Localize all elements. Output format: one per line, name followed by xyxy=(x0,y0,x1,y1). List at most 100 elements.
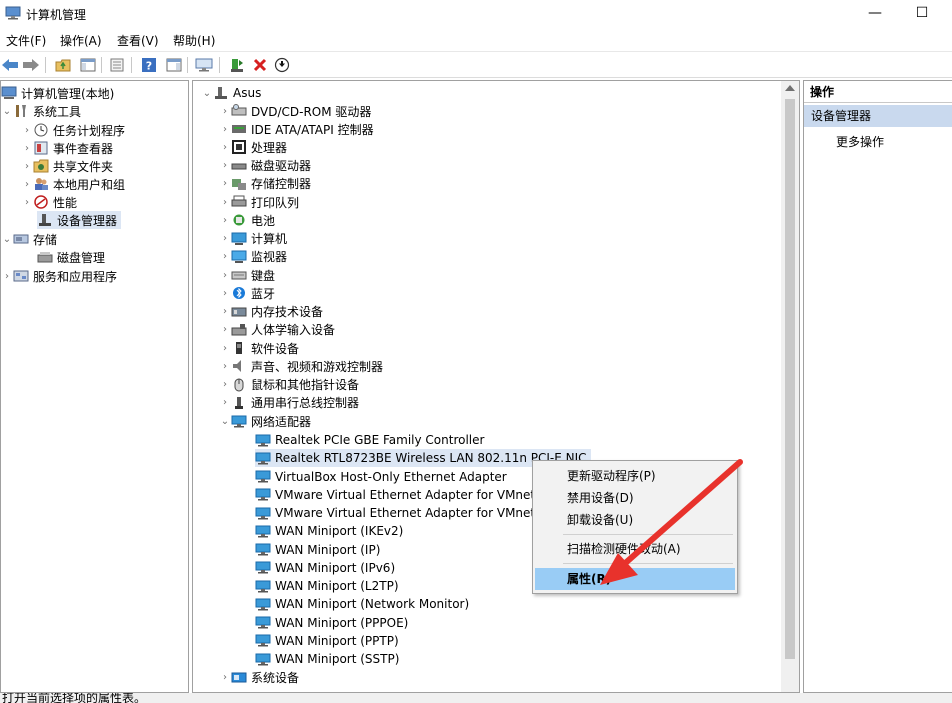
menu-view[interactable]: 查看(V) xyxy=(117,32,159,49)
monitor-icon[interactable] xyxy=(195,56,213,74)
chevron-right-icon[interactable]: › xyxy=(21,197,33,208)
update-driver-icon[interactable] xyxy=(228,56,246,74)
network-adapter-item[interactable]: WAN Miniport (PPTP) xyxy=(255,632,399,650)
device-category[interactable]: › 键盘 xyxy=(219,266,275,284)
menu-help[interactable]: 帮助(H) xyxy=(173,32,215,49)
device-category[interactable]: › IDE ATA/ATAPI 控制器 xyxy=(219,120,374,138)
tree-root[interactable]: 计算机管理(本地) xyxy=(1,84,114,102)
services-label: 服务和应用程序 xyxy=(33,269,118,284)
chevron-right-icon[interactable]: › xyxy=(219,106,231,117)
network-adapter-item[interactable]: VirtualBox Host-Only Ethernet Adapter xyxy=(255,468,507,486)
chevron-right-icon[interactable]: › xyxy=(219,288,231,299)
menu-uninstall-device[interactable]: 卸载设备(U) xyxy=(535,509,735,531)
properties-sheet-icon[interactable] xyxy=(108,56,126,74)
system-devices-category[interactable]: › 系统设备 xyxy=(219,668,299,686)
chevron-right-icon[interactable]: › xyxy=(219,361,231,372)
tree-device-manager[interactable]: 设备管理器 xyxy=(37,211,122,229)
tree-disk-management[interactable]: 磁盘管理 xyxy=(37,248,105,266)
download-circle-icon[interactable] xyxy=(273,56,291,74)
network-adapter-item[interactable]: WAN Miniport (IP) xyxy=(255,541,380,559)
device-category[interactable]: › 电池 xyxy=(219,211,275,229)
device-category[interactable]: › 处理器 xyxy=(219,138,287,156)
device-category[interactable]: › 鼠标和其他指针设备 xyxy=(219,376,359,394)
chevron-right-icon[interactable]: › xyxy=(219,233,231,244)
network-adapter-item[interactable]: WAN Miniport (SSTP) xyxy=(255,650,399,668)
network-adapter-item[interactable]: VMware Virtual Ethernet Adapter for VMne… xyxy=(255,486,543,504)
device-category[interactable]: › 内存技术设备 xyxy=(219,303,323,321)
menu-file[interactable]: 文件(F) xyxy=(6,32,46,49)
chevron-right-icon[interactable]: › xyxy=(219,215,231,226)
tree-event-viewer[interactable]: › 事件查看器 xyxy=(21,139,113,157)
device-category[interactable]: › DVD/CD-ROM 驱动器 xyxy=(219,102,371,120)
chevron-right-icon[interactable]: › xyxy=(21,179,33,190)
chevron-right-icon[interactable]: › xyxy=(219,160,231,171)
chevron-down-icon[interactable]: ⌄ xyxy=(1,106,13,117)
chevron-down-icon[interactable]: ⌄ xyxy=(219,416,231,427)
device-category[interactable]: › 蓝牙 xyxy=(219,284,275,302)
back-arrow-icon[interactable] xyxy=(1,56,19,74)
chevron-right-icon[interactable]: › xyxy=(21,161,33,172)
device-category[interactable]: › 监视器 xyxy=(219,248,287,266)
chevron-right-icon[interactable]: › xyxy=(219,124,231,135)
show-hide-tree-icon[interactable] xyxy=(79,56,97,74)
device-category[interactable]: › 打印队列 xyxy=(219,193,299,211)
menu-update-driver[interactable]: 更新驱动程序(P) xyxy=(535,465,735,487)
menu-disable-device[interactable]: 禁用设备(D) xyxy=(535,487,735,509)
menu-action[interactable]: 操作(A) xyxy=(60,32,102,49)
vertical-scrollbar[interactable] xyxy=(781,81,799,692)
chevron-right-icon[interactable]: › xyxy=(219,251,231,262)
scroll-up-icon[interactable] xyxy=(785,85,795,91)
chevron-right-icon[interactable]: › xyxy=(219,270,231,281)
device-category[interactable]: › 磁盘驱动器 xyxy=(219,157,311,175)
tree-shared-folders[interactable]: › 共享文件夹 xyxy=(21,157,113,175)
device-root[interactable]: ⌄ Asus xyxy=(201,84,262,102)
chevron-down-icon[interactable]: ⌄ xyxy=(1,234,13,245)
chevron-down-icon[interactable]: ⌄ xyxy=(201,88,213,99)
chevron-right-icon[interactable]: › xyxy=(1,271,13,282)
device-category[interactable]: › 软件设备 xyxy=(219,339,299,357)
network-adapter-item[interactable]: WAN Miniport (IPv6) xyxy=(255,559,395,577)
device-category[interactable]: › 声音、视频和游戏控制器 xyxy=(219,357,383,375)
more-actions-link[interactable]: 更多操作 xyxy=(836,133,884,150)
chevron-right-icon[interactable]: › xyxy=(219,306,231,317)
chevron-right-icon[interactable]: › xyxy=(219,672,231,683)
menu-scan-hardware[interactable]: 扫描检测硬件改动(A) xyxy=(535,538,735,560)
chevron-right-icon[interactable]: › xyxy=(21,125,33,136)
chevron-right-icon[interactable]: › xyxy=(219,197,231,208)
device-category[interactable]: › 存储控制器 xyxy=(219,175,311,193)
chevron-right-icon[interactable]: › xyxy=(219,379,231,390)
chevron-right-icon[interactable]: › xyxy=(219,397,231,408)
system-devices-label: 系统设备 xyxy=(251,670,300,685)
tree-storage[interactable]: ⌄ 存储 xyxy=(1,230,57,248)
maximize-button[interactable]: ☐ xyxy=(907,4,937,24)
network-adapter-item[interactable]: VMware Virtual Ethernet Adapter for VMne… xyxy=(255,504,543,522)
chevron-right-icon[interactable]: › xyxy=(219,343,231,354)
menu-properties[interactable]: 属性(R) xyxy=(535,568,735,590)
network-adapter-item[interactable]: Realtek PCIe GBE Family Controller xyxy=(255,431,484,449)
device-category[interactable]: › 通用串行总线控制器 xyxy=(219,394,359,412)
tree-services[interactable]: › 服务和应用程序 xyxy=(1,267,117,285)
chevron-right-icon[interactable]: › xyxy=(219,178,231,189)
tree-system-tools[interactable]: ⌄ 系统工具 xyxy=(1,102,81,120)
scrollbar-thumb[interactable] xyxy=(785,99,795,659)
minimize-button[interactable]: — xyxy=(860,4,890,24)
chevron-right-icon[interactable]: › xyxy=(219,324,231,335)
uninstall-x-icon[interactable] xyxy=(251,56,269,74)
forward-arrow-icon[interactable] xyxy=(22,56,40,74)
tree-local-users[interactable]: › 本地用户和组 xyxy=(21,175,125,193)
up-folder-icon[interactable] xyxy=(54,56,72,74)
help-icon[interactable]: ? xyxy=(140,56,158,74)
device-category[interactable]: › 人体学输入设备 xyxy=(219,321,335,339)
network-adapters-category[interactable]: ⌄ 网络适配器 xyxy=(219,412,311,430)
network-adapter-item[interactable]: WAN Miniport (IKEv2) xyxy=(255,522,403,540)
actions-device-manager[interactable]: 设备管理器 xyxy=(804,105,952,127)
chevron-right-icon[interactable]: › xyxy=(219,142,231,153)
network-adapter-item[interactable]: WAN Miniport (PPPOE) xyxy=(255,614,408,632)
chevron-right-icon[interactable]: › xyxy=(21,143,33,154)
tree-task-scheduler[interactable]: › 任务计划程序 xyxy=(21,121,125,139)
action-pane-icon[interactable] xyxy=(165,56,183,74)
tree-performance[interactable]: › 性能 xyxy=(21,193,77,211)
device-category[interactable]: › 计算机 xyxy=(219,230,287,248)
network-adapter-item[interactable]: WAN Miniport (Network Monitor) xyxy=(255,595,469,613)
network-adapter-item[interactable]: WAN Miniport (L2TP) xyxy=(255,577,399,595)
